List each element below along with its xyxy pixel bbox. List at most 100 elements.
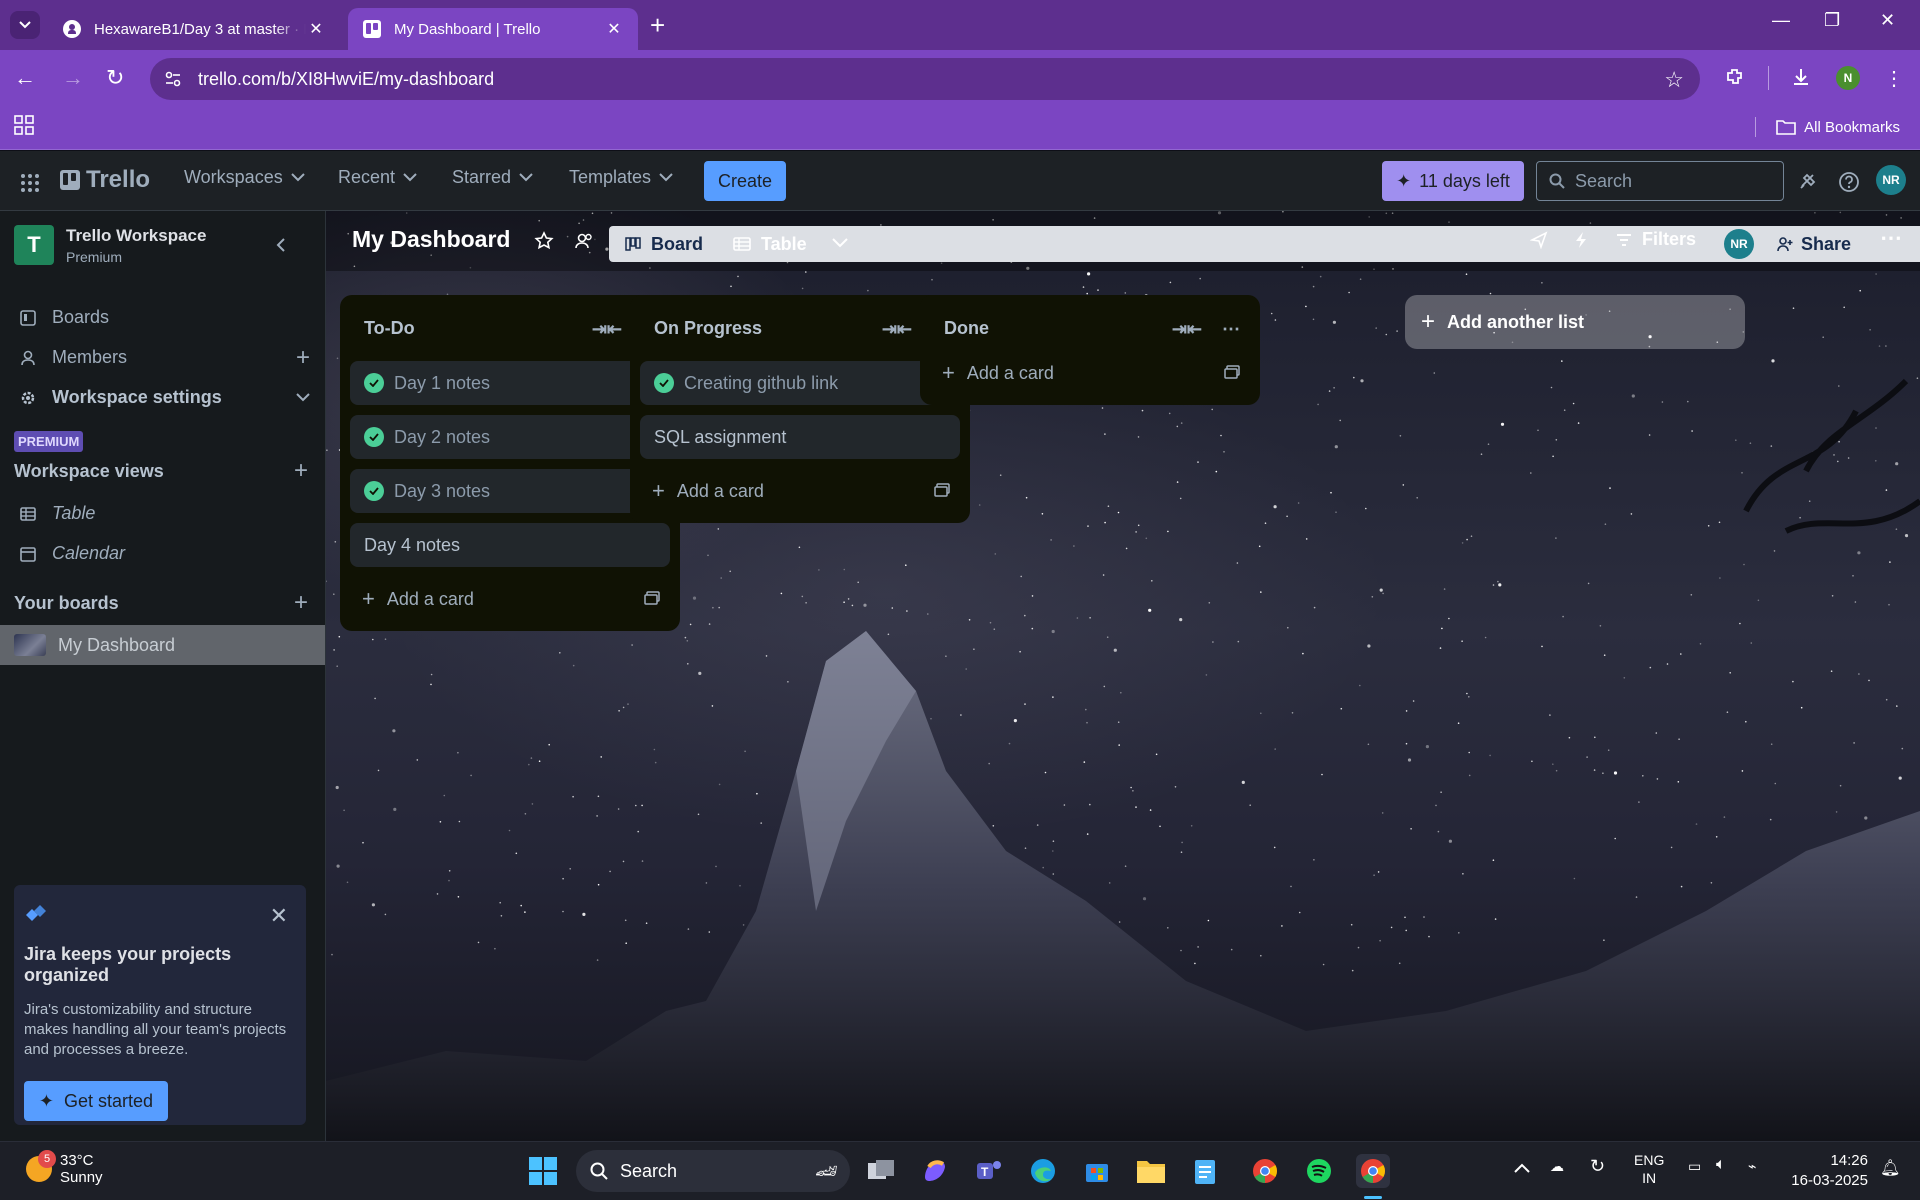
collapse-list-icon[interactable]: ⇥⇤	[592, 319, 622, 340]
add-member-icon[interactable]: +	[296, 344, 310, 372]
forward-icon[interactable]: →	[62, 64, 84, 92]
card[interactable]: Creating github link	[640, 361, 960, 405]
windows-start-icon[interactable]	[526, 1154, 560, 1188]
card-template-icon[interactable]	[644, 591, 660, 605]
reload-icon[interactable]: ↻	[106, 64, 124, 92]
completed-check-icon[interactable]	[364, 373, 384, 393]
volume-icon[interactable]: 🔈︎	[1716, 1156, 1726, 1174]
collapse-list-icon[interactable]: ⇥⇤	[1172, 319, 1202, 340]
list-header[interactable]: On Progress ⇥⇤ ⋯	[640, 305, 960, 351]
sidebar-item-workspace-settings[interactable]: Workspace settings	[20, 387, 316, 408]
sidebar-board-my-dashboard[interactable]: My Dashboard	[0, 625, 325, 665]
star-board-icon[interactable]	[534, 231, 554, 256]
sidebar-view-calendar[interactable]: Calendar	[20, 543, 316, 564]
weather-widget[interactable]: 5 33°C Sunny	[26, 1150, 103, 1186]
show-hidden-icons-chevron[interactable]	[1514, 1160, 1530, 1176]
add-card-button[interactable]: + Add a card	[640, 469, 960, 513]
address-bar[interactable]: trello.com/b/XI8HwviE/my-dashboard ☆	[150, 58, 1700, 100]
sidebar-item-members[interactable]: Members +	[20, 344, 316, 371]
card[interactable]: Day 4 notes	[350, 523, 670, 567]
share-button[interactable]: Share	[1768, 226, 1860, 262]
board-title[interactable]: My Dashboard	[352, 226, 510, 253]
site-info-icon[interactable]	[158, 64, 188, 94]
close-promo-icon[interactable]: ✕	[270, 903, 288, 929]
back-icon[interactable]: ←	[14, 64, 36, 92]
app-switcher-icon[interactable]	[20, 173, 40, 198]
minimize-icon[interactable]: —	[1772, 10, 1790, 31]
notepad-icon[interactable]	[1188, 1154, 1222, 1188]
user-avatar[interactable]: NR	[1876, 165, 1906, 195]
list-header[interactable]: Done ⇥⇤ ⋯	[930, 305, 1250, 351]
new-tab-button[interactable]: +	[650, 12, 665, 38]
download-icon[interactable]	[1790, 66, 1812, 94]
browser-menu-icon[interactable]: ⋮	[1884, 66, 1904, 91]
chrome-active-icon[interactable]	[1356, 1154, 1390, 1188]
edge-icon[interactable]	[1026, 1154, 1060, 1188]
create-button[interactable]: Create	[704, 161, 786, 201]
task-view-icon[interactable]	[864, 1154, 898, 1188]
all-bookmarks-button[interactable]: All Bookmarks	[1755, 117, 1900, 137]
notification-center-icon[interactable]: 🔔︎	[1880, 1158, 1900, 1178]
trial-days-button[interactable]: ✦ 11 days left	[1382, 161, 1524, 201]
add-view-icon[interactable]: +	[294, 457, 308, 485]
browser-profile-avatar[interactable]: N	[1836, 66, 1860, 90]
workspace-header[interactable]: T Trello Workspace Premium	[14, 225, 206, 265]
trello-logo[interactable]: Trello	[60, 166, 150, 194]
spotify-icon[interactable]	[1302, 1154, 1336, 1188]
tab-search-button[interactable]	[10, 11, 40, 39]
nav-starred[interactable]: Starred	[452, 167, 533, 188]
board-member-avatar[interactable]: NR	[1724, 229, 1754, 259]
store-icon[interactable]	[1080, 1154, 1114, 1188]
more-views-chevron-icon[interactable]	[832, 235, 848, 253]
file-explorer-icon[interactable]	[1134, 1154, 1168, 1188]
collapse-list-icon[interactable]: ⇥⇤	[882, 319, 912, 340]
sidebar-view-table[interactable]: Table	[20, 503, 316, 524]
search-input[interactable]: Search	[1536, 161, 1784, 201]
nav-workspaces[interactable]: Workspaces	[184, 167, 305, 188]
nav-templates[interactable]: Templates	[569, 167, 673, 188]
sync-icon[interactable]: ↻	[1590, 1156, 1605, 1177]
apps-grid-icon[interactable]	[14, 115, 34, 140]
onedrive-icon[interactable]: ☁	[1550, 1158, 1564, 1175]
extensions-icon[interactable]	[1724, 66, 1746, 94]
filters-button[interactable]: Filters	[1616, 229, 1696, 250]
close-tab-icon[interactable]: ✕	[306, 19, 326, 39]
get-started-button[interactable]: ✦ Get started	[24, 1081, 168, 1121]
list-menu-icon[interactable]: ⋯	[1222, 319, 1240, 340]
close-tab-icon[interactable]: ✕	[604, 19, 624, 39]
notifications-icon[interactable]	[1798, 171, 1818, 196]
automation-icon[interactable]	[1574, 231, 1588, 254]
board-menu-icon[interactable]: ⋯	[1880, 225, 1902, 251]
completed-check-icon[interactable]	[364, 481, 384, 501]
add-another-list-button[interactable]: + Add another list	[1405, 295, 1745, 349]
view-table-button[interactable]: Table	[717, 226, 823, 262]
card[interactable]: SQL assignment	[640, 415, 960, 459]
card[interactable]: Day 1 notes	[350, 361, 670, 405]
clock[interactable]: 14:26 16-03-2025	[1788, 1151, 1868, 1191]
card[interactable]: Day 2 notes	[350, 415, 670, 459]
restore-icon[interactable]: ❐	[1824, 10, 1840, 31]
power-ups-icon[interactable]	[1529, 231, 1548, 254]
card-template-icon[interactable]	[1224, 365, 1240, 379]
add-board-icon[interactable]: +	[294, 589, 308, 617]
help-icon[interactable]	[1838, 171, 1860, 198]
card[interactable]: Day 3 notes	[350, 469, 670, 513]
copilot-icon[interactable]	[918, 1154, 952, 1188]
card-template-icon[interactable]	[934, 483, 950, 497]
chrome-icon[interactable]	[1248, 1154, 1282, 1188]
battery-icon[interactable]: ⌁	[1748, 1158, 1756, 1175]
language-indicator[interactable]: ENG IN	[1634, 1151, 1664, 1187]
visibility-icon[interactable]	[574, 231, 594, 256]
close-window-icon[interactable]: ✕	[1880, 10, 1895, 31]
taskbar-search[interactable]: Search 🏎	[576, 1150, 850, 1192]
bookmark-star-icon[interactable]: ☆	[1664, 67, 1684, 93]
list-header[interactable]: To-Do ⇥⇤ ⋯	[350, 305, 670, 351]
sidebar-item-boards[interactable]: Boards	[20, 307, 316, 328]
add-card-button[interactable]: + Add a card	[930, 351, 1250, 395]
add-card-button[interactable]: + Add a card	[350, 577, 670, 621]
nav-recent[interactable]: Recent	[338, 167, 417, 188]
network-icon[interactable]: ▭	[1688, 1158, 1701, 1175]
browser-tab-trello[interactable]: My Dashboard | Trello ✕	[348, 8, 638, 50]
collapse-sidebar-icon[interactable]	[276, 237, 286, 258]
completed-check-icon[interactable]	[364, 427, 384, 447]
